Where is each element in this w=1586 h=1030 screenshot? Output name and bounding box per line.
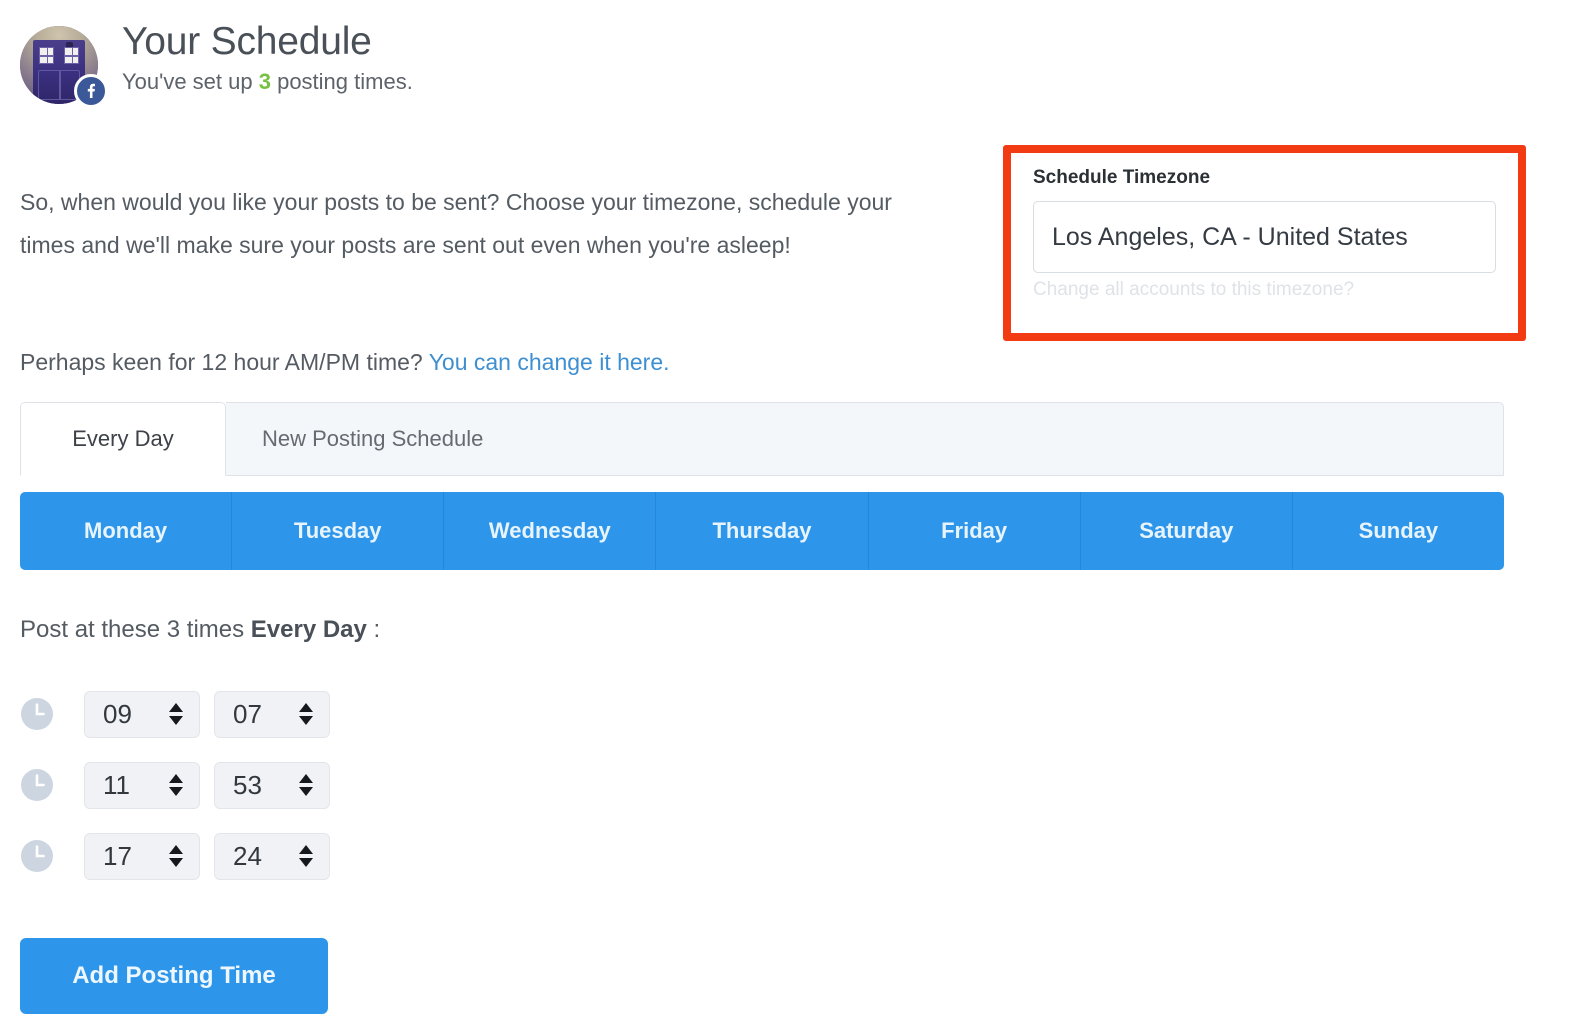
posting-time-row: 09 07 — [20, 686, 344, 742]
change-all-accounts-link[interactable]: Change all accounts to this timezone? — [1033, 279, 1496, 301]
day-button-wednesday[interactable]: Wednesday — [444, 492, 657, 570]
hour-stepper[interactable]: 09 — [84, 690, 200, 738]
chevron-down-icon[interactable] — [299, 858, 313, 867]
tardis-window-left — [39, 47, 54, 64]
post-times-label: Post at these 3 times Every Day : — [20, 616, 380, 644]
page-title: Your Schedule — [122, 20, 372, 63]
day-button-thursday[interactable]: Thursday — [656, 492, 869, 570]
schedule-timezone-inner: Schedule Timezone Los Angeles, CA - Unit… — [1011, 153, 1518, 301]
intro-paragraph: So, when would you like your posts to be… — [20, 189, 892, 258]
clock-icon — [20, 697, 54, 731]
post-times-scope: Every Day — [250, 616, 367, 643]
hour-stepper[interactable]: 11 — [84, 761, 200, 809]
header-text-block: Your Schedule You've set up 3 posting ti… — [122, 20, 413, 95]
chevron-down-icon[interactable] — [169, 716, 183, 725]
tab-every-day-label: Every Day — [72, 426, 174, 451]
chevron-up-icon[interactable] — [299, 845, 313, 854]
day-button-tuesday[interactable]: Tuesday — [232, 492, 445, 570]
post-times-suffix: : — [366, 616, 381, 643]
minute-stepper[interactable]: 53 — [214, 761, 330, 809]
minute-stepper-arrows[interactable] — [299, 845, 313, 867]
chevron-down-icon[interactable] — [169, 787, 183, 796]
posting-times-count: 3 — [258, 68, 271, 94]
day-button-saturday[interactable]: Saturday — [1080, 492, 1293, 570]
avatar[interactable] — [20, 26, 108, 108]
chevron-down-icon[interactable] — [299, 716, 313, 725]
day-label: Saturday — [1139, 518, 1234, 543]
minute-stepper-arrows[interactable] — [299, 703, 313, 725]
posting-times-list: 09 07 11 53 17 24 — [20, 686, 344, 899]
day-label: Friday — [941, 518, 1008, 543]
minute-value: 53 — [233, 769, 262, 800]
chevron-up-icon[interactable] — [169, 845, 183, 854]
change-time-format-link[interactable]: You can change it here. — [429, 349, 670, 375]
hour-value: 09 — [103, 698, 132, 729]
page-subtitle: You've set up 3 posting times. — [122, 69, 413, 95]
timezone-select[interactable]: Los Angeles, CA - United States — [1033, 201, 1496, 273]
schedule-tabs: Every Day New Posting Schedule — [20, 402, 1504, 476]
tardis-window-right — [64, 47, 79, 64]
posting-time-row: 11 53 — [20, 757, 344, 813]
minute-stepper-arrows[interactable] — [299, 774, 313, 796]
day-label: Tuesday — [293, 518, 382, 543]
schedule-timezone-label: Schedule Timezone — [1033, 167, 1211, 188]
clock-icon — [20, 768, 54, 802]
add-posting-time-button[interactable]: Add Posting Time — [20, 938, 328, 1014]
minute-stepper[interactable]: 07 — [214, 690, 330, 738]
clock-icon — [20, 839, 54, 873]
chevron-up-icon[interactable] — [299, 774, 313, 783]
chevron-up-icon[interactable] — [299, 703, 313, 712]
day-label: Thursday — [712, 518, 812, 543]
day-button-sunday[interactable]: Sunday — [1292, 492, 1504, 570]
hour-value: 11 — [103, 769, 130, 800]
intro-paragraph-secondary: Perhaps keen for 12 hour AM/PM time? You… — [20, 341, 670, 384]
post-times-prefix: Post at these 3 times — [20, 616, 251, 643]
schedule-timezone-panel: Schedule Timezone Los Angeles, CA - Unit… — [1003, 145, 1526, 341]
hour-stepper-arrows[interactable] — [169, 774, 183, 796]
chevron-up-icon[interactable] — [169, 774, 183, 783]
minute-value: 24 — [233, 840, 262, 871]
hour-stepper-arrows[interactable] — [169, 845, 183, 867]
chevron-down-icon[interactable] — [169, 858, 183, 867]
facebook-icon — [74, 74, 108, 108]
posting-time-row: 17 24 — [20, 828, 344, 884]
day-selector-bar: Monday Tuesday Wednesday Thursday Friday… — [20, 492, 1504, 570]
minute-stepper[interactable]: 24 — [214, 832, 330, 880]
minute-value: 07 — [233, 698, 262, 729]
subtitle-suffix: posting times. — [270, 68, 413, 94]
subtitle-prefix: You've set up — [122, 68, 259, 94]
page-header: Your Schedule You've set up 3 posting ti… — [20, 20, 413, 108]
intro-secondary-text: Perhaps keen for 12 hour AM/PM time? — [20, 349, 429, 375]
chevron-up-icon[interactable] — [169, 703, 183, 712]
hour-stepper[interactable]: 17 — [84, 832, 200, 880]
hour-stepper-arrows[interactable] — [169, 703, 183, 725]
tab-new-posting-schedule-label: New Posting Schedule — [262, 426, 484, 451]
day-button-friday[interactable]: Friday — [868, 492, 1081, 570]
chevron-down-icon[interactable] — [299, 787, 313, 796]
day-label: Sunday — [1358, 518, 1439, 543]
day-label: Wednesday — [488, 518, 611, 543]
tab-new-posting-schedule[interactable]: New Posting Schedule — [226, 402, 1504, 476]
tab-every-day[interactable]: Every Day — [20, 402, 226, 476]
day-button-monday[interactable]: Monday — [20, 492, 233, 570]
hour-value: 17 — [103, 840, 132, 871]
day-label: Monday — [84, 518, 168, 543]
